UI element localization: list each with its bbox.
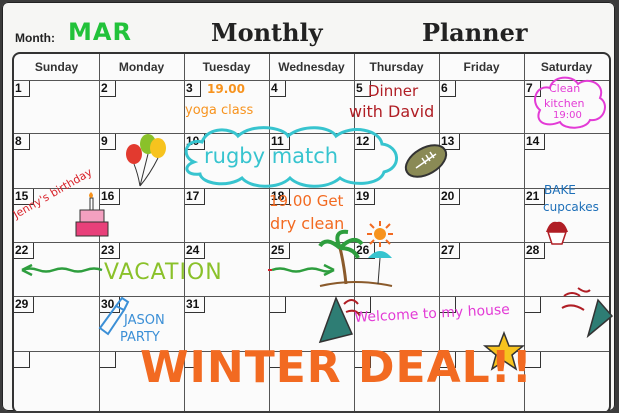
title-monthly: Monthly: [211, 18, 323, 47]
date-1: 1: [14, 81, 30, 97]
weekday-tuesday: Tuesday: [202, 60, 251, 74]
weekday-friday: Friday: [463, 60, 500, 74]
party-popper-icon: [561, 287, 614, 339]
palm-tree-icon: [318, 229, 393, 287]
note-5-line2: with David: [349, 102, 435, 121]
note-7-line1: Clean: [549, 82, 581, 95]
date-31: 31: [185, 297, 205, 313]
birthday-cake-icon: [75, 192, 109, 237]
date-23: 23: [100, 243, 120, 259]
note-5-line1: Dinner: [368, 82, 419, 100]
date-3: 3: [185, 81, 201, 97]
weekday-thursday: Thursday: [369, 60, 424, 74]
weekday-wednesday: Wednesday: [278, 60, 345, 74]
date-22: 22: [14, 243, 34, 259]
note-rugby: rugby match: [204, 144, 339, 168]
date-empty: [100, 352, 116, 368]
date-empty: [14, 352, 30, 368]
rugby-ball-icon: [404, 144, 448, 178]
weekday-sunday: Sunday: [34, 60, 79, 74]
date-17: 17: [185, 189, 205, 205]
date-8: 8: [14, 134, 30, 150]
note-winter-deal: WINTER DEAL!!: [140, 342, 533, 393]
date-19: 19: [355, 189, 375, 205]
note-7-line3: 19:00: [553, 110, 582, 121]
date-2: 2: [100, 81, 116, 97]
planner-board: Month: MAR Monthly Planner Sunday Monday…: [2, 2, 615, 411]
month-value: MAR: [68, 18, 132, 46]
note-3-time: 19.00: [207, 82, 245, 96]
date-6: 6: [440, 81, 456, 97]
date-25: 25: [270, 243, 290, 259]
note-18-line1: 19.00 Get: [269, 192, 344, 210]
note-7-line2: kitchen: [544, 97, 585, 110]
date-29: 29: [14, 297, 34, 313]
title-planner: Planner: [422, 18, 528, 47]
date-20: 20: [440, 189, 460, 205]
note-21-line2: cupcakes: [543, 200, 599, 214]
date-21: 21: [525, 189, 545, 205]
date-27: 27: [440, 243, 460, 259]
date-empty: [270, 297, 286, 313]
weekday-monday: Monday: [118, 60, 165, 74]
date-14: 14: [525, 134, 545, 150]
date-9: 9: [100, 134, 116, 150]
date-4: 4: [270, 81, 286, 97]
date-24: 24: [185, 243, 205, 259]
balloons-icon: [126, 134, 166, 187]
date-empty: [525, 297, 541, 313]
month-label: Month:: [15, 31, 55, 45]
note-3-text: yoga class: [185, 103, 254, 118]
cupcake-icon: [546, 221, 568, 245]
note-21-line1: BAKE: [544, 183, 576, 197]
note-jason-line1: JASON: [124, 313, 165, 328]
note-vacation: VACATION: [104, 260, 223, 285]
